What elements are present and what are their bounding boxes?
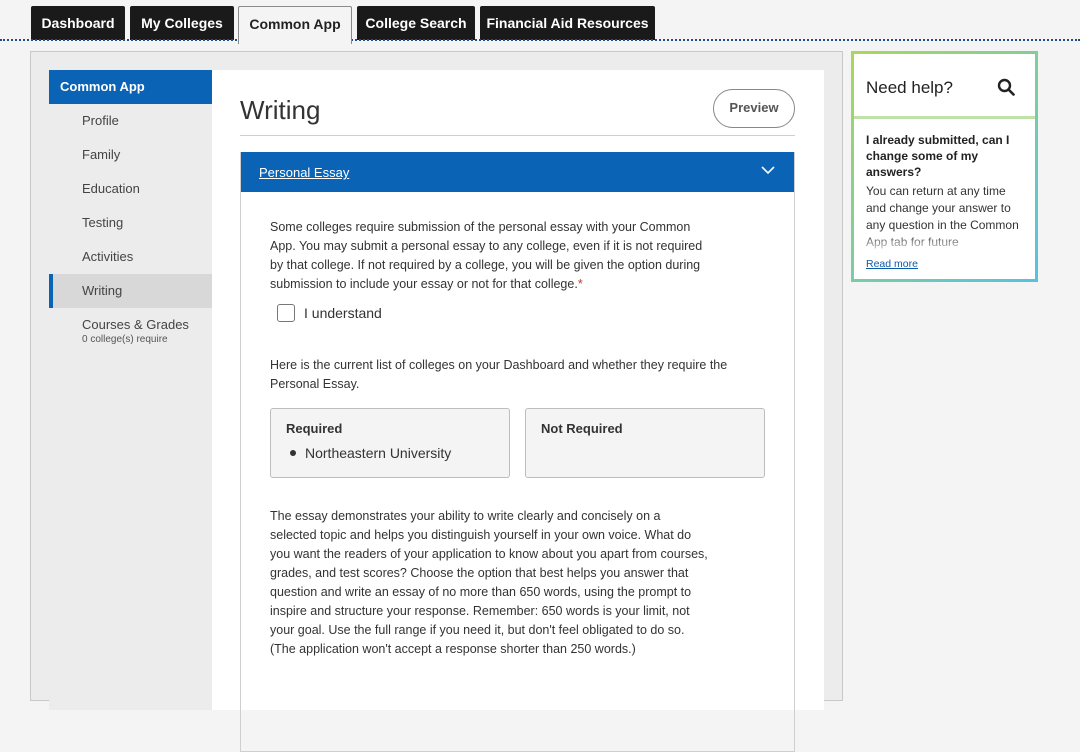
preview-button[interactable]: Preview (713, 89, 795, 128)
sidebar-item-family[interactable]: Family (49, 138, 212, 172)
sidebar-item-label: Writing (82, 283, 123, 298)
top-tab-bar: Dashboard My Colleges Common App College… (0, 0, 1080, 44)
sidebar-item-education[interactable]: Education (49, 172, 212, 206)
required-colleges-box: Required Northeastern University (270, 408, 510, 478)
personal-essay-link[interactable]: Personal Essay (259, 165, 349, 180)
tab-bar-divider (0, 39, 1080, 41)
main-content: Writing Preview Personal Essay Some coll… (212, 70, 824, 752)
not-required-title: Not Required (541, 421, 623, 436)
sidebar-item-activities[interactable]: Activities (49, 240, 212, 274)
help-article-preview: I already submitted, can I change some o… (854, 119, 1035, 255)
personal-essay-panel: Personal Essay Some colleges require sub… (240, 152, 795, 752)
help-fade-overlay (854, 233, 1035, 255)
tab-common-app[interactable]: Common App (238, 6, 352, 44)
read-more-link[interactable]: Read more (866, 258, 918, 270)
sidebar-item-courses-grades[interactable]: Courses & Grades 0 college(s) require (49, 308, 212, 347)
required-star: * (577, 277, 583, 291)
page-title: Writing (240, 95, 321, 125)
understand-checkbox-row[interactable]: I understand (277, 302, 382, 324)
college-list-intro: Here is the current list of colleges on … (270, 358, 728, 391)
help-title: Need help? (866, 78, 953, 97)
tab-dashboard[interactable]: Dashboard (31, 6, 125, 40)
help-panel-header: Need help? (854, 54, 1035, 119)
sidebar-item-testing[interactable]: Testing (49, 206, 212, 240)
title-divider (240, 135, 795, 136)
sidebar: Common App Profile Family Education Test… (49, 70, 226, 710)
sidebar-item-sublabel: 0 college(s) require (82, 334, 168, 345)
bullet-icon (290, 450, 296, 456)
essay-intro-body: Some colleges require submission of the … (270, 220, 703, 291)
list-item: Northeastern University (286, 445, 494, 461)
not-required-colleges-box: Not Required (525, 408, 765, 478)
understand-label[interactable]: I understand (304, 305, 382, 321)
sidebar-item-label: Testing (82, 215, 124, 230)
search-icon[interactable] (997, 78, 1015, 96)
tab-financial-aid-resources[interactable]: Financial Aid Resources (480, 6, 655, 40)
tab-my-colleges[interactable]: My Colleges (130, 6, 234, 40)
college-name: Northeastern University (305, 445, 452, 461)
tab-college-search[interactable]: College Search (357, 6, 475, 40)
sidebar-item-label: Courses & Grades (82, 317, 189, 332)
chevron-down-icon[interactable] (760, 162, 776, 178)
essay-description-text: The essay demonstrates your ability to w… (270, 509, 708, 656)
help-question: I already submitted, can I change some o… (866, 133, 1010, 179)
sidebar-item-label: Activities (82, 249, 134, 264)
sidebar-item-label: Family (82, 147, 121, 162)
personal-essay-header[interactable]: Personal Essay (241, 152, 794, 192)
sidebar-item-label: Profile (82, 113, 119, 128)
sidebar-item-profile[interactable]: Profile (49, 104, 212, 138)
help-panel: Need help? I already submitted, can I ch… (851, 51, 1038, 282)
understand-checkbox[interactable] (277, 304, 295, 322)
sidebar-item-writing[interactable]: Writing (49, 274, 226, 308)
sidebar-item-label: Education (82, 181, 140, 196)
sidebar-header: Common App (49, 70, 212, 104)
required-title: Required (286, 421, 343, 436)
essay-intro-text: Some colleges require submission of the … (270, 218, 710, 294)
